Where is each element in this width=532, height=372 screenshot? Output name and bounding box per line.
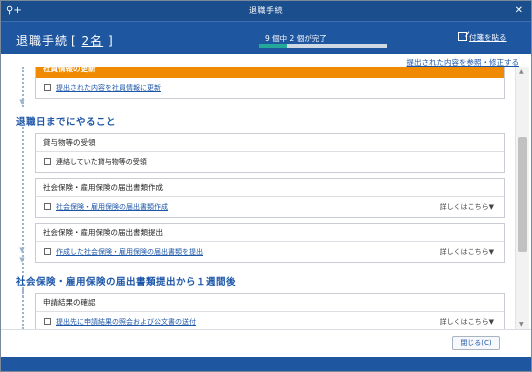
page-title: 退職手続 — [16, 34, 69, 48]
progress-bar — [259, 44, 387, 48]
task-card: 社会保険・雇用保険の届出書類提出 作成した社会保険・雇用保険の届出書類を提出 詳… — [35, 223, 505, 263]
timeline-line — [22, 127, 24, 297]
task-checkbox[interactable] — [44, 203, 51, 210]
close-button[interactable]: 閉じる(C) — [452, 336, 500, 350]
task-card: 社会保険・雇用保険の届出書類作成 社会保険・雇用保険の届出書類作成 詳しくはこち… — [35, 178, 505, 218]
card-title: 申請結果の確認 — [36, 294, 504, 312]
task-checkbox[interactable] — [44, 158, 51, 165]
timeline-line — [22, 289, 24, 329]
task-link[interactable]: 提出された内容を社員情報に更新 — [56, 84, 161, 92]
employee-count-link[interactable]: 2名 — [82, 34, 104, 48]
task-card: 貸与物等の受領 連絡していた貸与物等の受領 — [35, 133, 505, 173]
task-checkbox[interactable] — [44, 248, 51, 255]
window-title: 退職手続 — [249, 6, 283, 15]
task-card: 社員情報の更新 提出された内容を社員情報に更新 — [35, 67, 505, 99]
task-row: 社会保険・雇用保険の届出書類作成 詳しくはこちら▼ — [36, 197, 504, 217]
sticky-note-icon — [458, 32, 467, 41]
card-title: 貸与物等の受領 — [36, 134, 504, 152]
sticky-note-label: 付箋を貼る — [469, 33, 507, 42]
details-toggle[interactable]: 詳しくはこちら▼ — [440, 242, 494, 262]
task-link[interactable]: 作成した社会保険・雇用保険の届出書類を提出 — [56, 248, 203, 256]
task-checkbox[interactable] — [44, 318, 51, 325]
progress-text: 9 個中 2 個が完了 — [265, 34, 327, 43]
vertical-scrollbar[interactable]: ▲ ▼ — [515, 67, 529, 329]
details-toggle[interactable]: 詳しくはこちら▼ — [440, 197, 494, 217]
task-row: 連絡していた貸与物等の受領 — [36, 152, 504, 172]
bottom-bar — [1, 357, 531, 371]
chevron-down-icon: ▼ — [19, 256, 25, 264]
task-link[interactable]: 社会保険・雇用保険の届出書類作成 — [56, 203, 168, 211]
details-toggle[interactable]: 詳しくはこちら▼ — [440, 312, 494, 329]
scrollbar-thumb[interactable] — [518, 137, 527, 252]
task-card: 申請結果の確認 提出先に申請結果の照会および公文書の送付 詳しくはこちら▼ — [35, 293, 505, 329]
task-text: 連絡していた貸与物等の受領 — [56, 158, 147, 166]
task-checkbox[interactable] — [44, 84, 51, 91]
scroll-down-icon[interactable]: ▼ — [519, 321, 524, 328]
task-row: 提出された内容を社員情報に更新 — [36, 78, 504, 98]
task-row: 作成した社会保険・雇用保険の届出書類を提出 詳しくはこちら▼ — [36, 242, 504, 262]
task-list: ▼ ▼ ▼ 社員情報の更新 提出された内容を社員情報に更新 退職日までにやること… — [1, 67, 515, 329]
task-link[interactable]: 提出先に申請結果の照会および公文書の送付 — [56, 318, 196, 326]
window-close-button[interactable]: ✕ — [515, 4, 523, 18]
app-window: ⚲+ 退職手続 ✕ 退職手続 [ 2名 ] 9 個中 2 個が完了 付箋を貼る … — [0, 0, 532, 372]
chevron-down-icon: ▼ — [19, 246, 25, 254]
count-bracket-close: ] — [107, 34, 114, 48]
card-title: 社会保険・雇用保険の届出書類作成 — [36, 179, 504, 197]
title-bar: ⚲+ 退職手続 ✕ — [1, 1, 531, 21]
section-title: 社会保険・雇用保険の届出書類提出から１週間後 — [16, 277, 237, 288]
footer-divider — [1, 329, 531, 330]
card-title: 社員情報の更新 — [36, 67, 504, 78]
progress-bar-fill — [259, 44, 288, 48]
section-title: 退職日までにやること — [16, 117, 117, 128]
task-row: 提出先に申請結果の照会および公文書の送付 詳しくはこちら▼ — [36, 312, 504, 329]
chevron-down-icon: ▼ — [19, 98, 25, 106]
card-title: 社会保険・雇用保険の届出書類提出 — [36, 224, 504, 242]
header-bar: 退職手続 [ 2名 ] 9 個中 2 個が完了 付箋を貼る — [1, 21, 531, 54]
employee-count: [ 2名 ] — [71, 32, 114, 49]
sticky-note-button[interactable]: 付箋を貼る — [458, 32, 507, 43]
count-bracket-open: [ — [71, 34, 77, 48]
scroll-up-icon[interactable]: ▲ — [519, 68, 524, 75]
